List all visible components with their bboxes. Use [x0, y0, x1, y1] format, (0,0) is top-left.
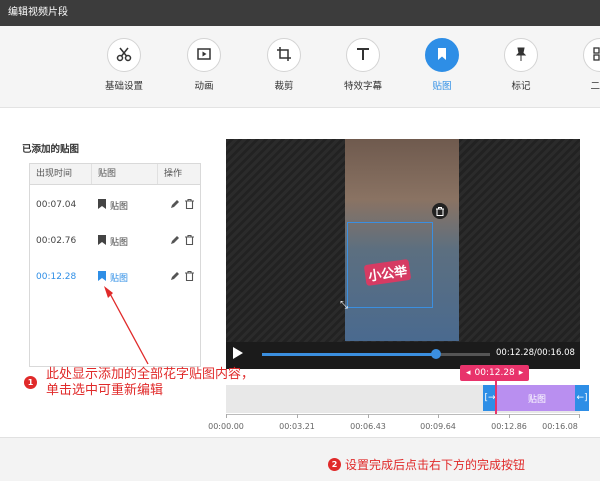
tool-label: 裁剪	[274, 81, 294, 92]
progress-fill	[262, 353, 437, 356]
tool-label: 标记	[511, 81, 531, 92]
tool-label: 贴图	[432, 81, 452, 92]
tick-mark	[368, 414, 369, 418]
annotation-1-line2: 单击选中可重新编辑	[46, 383, 164, 398]
timeline-ruler	[226, 414, 580, 420]
resize-handle-icon[interactable]: ⤡	[340, 300, 348, 311]
tick-label: 00:12.86	[491, 422, 527, 431]
table-row[interactable]: 00:07.04 贴图	[30, 187, 200, 223]
bookmark-icon	[98, 234, 106, 248]
tool-label: 动画	[194, 81, 214, 92]
bookmark-icon	[434, 46, 450, 65]
tool-crop[interactable]: 裁剪	[254, 38, 314, 92]
clip-end-handle[interactable]: ←]	[575, 385, 589, 411]
tick-mark	[579, 414, 580, 418]
tool-qr[interactable]: 二维	[570, 38, 600, 92]
annotation-arrow	[104, 286, 149, 365]
caret-left-icon: ◂	[466, 368, 471, 378]
row-sticker-name: 贴图	[110, 273, 129, 284]
table-row[interactable]: 00:02.76 贴图	[30, 223, 200, 259]
bracket-out-icon: ←]	[576, 393, 588, 403]
annotation-number-1: 1	[24, 376, 37, 389]
row-time: 00:02.76	[36, 236, 77, 246]
tick-mark	[438, 414, 439, 418]
crop-icon	[276, 46, 292, 65]
play-icon[interactable]	[233, 347, 243, 362]
tool-label: 二维	[590, 81, 600, 92]
sticker-panel-title: 已添加的贴图	[22, 144, 80, 155]
caret-right-icon: ▸	[518, 368, 524, 378]
timecode: 00:12.28/00:16.08	[496, 348, 575, 358]
annotation-number-2: 2	[328, 458, 341, 471]
tick-label: 00:06.43	[350, 422, 386, 431]
tool-effect-subtitle[interactable]: 特效字幕	[333, 38, 393, 92]
clip-label: 贴图	[527, 395, 546, 405]
bookmark-icon	[98, 270, 106, 284]
table-header: 出现时间 贴图 操作	[30, 164, 200, 185]
text-icon	[355, 46, 371, 65]
window-titlebar: 编辑视频片段	[0, 0, 600, 26]
delete-icon[interactable]	[185, 234, 194, 248]
tool-label: 基础设置	[104, 81, 143, 92]
qr-icon	[592, 46, 600, 65]
tick-label: 00:03.21	[279, 422, 315, 431]
playhead-label[interactable]: ◂ 00:12.28 ▸	[460, 365, 530, 381]
pin-icon	[513, 46, 529, 65]
trash-icon[interactable]	[432, 203, 448, 219]
delete-icon[interactable]	[185, 270, 194, 284]
annotation-1-line1: 此处显示添加的全部花字贴图内容，	[46, 367, 255, 382]
tick-mark	[297, 414, 298, 418]
column-header-time: 出现时间	[30, 164, 92, 184]
tick-mark	[226, 414, 227, 418]
window-title: 编辑视频片段	[8, 7, 68, 18]
tick-label: 00:16.08	[542, 422, 578, 431]
annotation-2: 2 设置完成后点击右下方的完成按钮	[328, 456, 525, 473]
playhead-time: 00:12.28	[474, 368, 515, 378]
bracket-in-icon: [→	[484, 393, 496, 403]
column-header-actions: 操作	[164, 169, 183, 179]
tick-mark	[509, 414, 510, 418]
annotation-2-text: 设置完成后点击右下方的完成按钮	[345, 458, 526, 472]
edit-icon[interactable]	[170, 271, 180, 284]
annotation-1-text: 此处显示添加的全部花字贴图内容， 单击选中可重新编辑	[46, 367, 254, 399]
row-time: 00:12.28	[36, 272, 77, 282]
tool-toolbar: 基础设置 动画 裁剪 特效字幕 贴图 标记 二维	[0, 26, 600, 108]
delete-icon[interactable]	[185, 198, 194, 212]
row-sticker-name: 贴图	[110, 201, 129, 212]
tool-mark[interactable]: 标记	[491, 38, 551, 92]
tool-animation[interactable]: 动画	[174, 38, 234, 92]
bookmark-icon	[98, 198, 106, 212]
tool-sticker[interactable]: 贴图	[412, 38, 472, 92]
tool-basic-settings[interactable]: 基础设置	[94, 38, 154, 92]
row-time: 00:07.04	[36, 200, 77, 210]
column-header-sticker: 贴图	[92, 164, 158, 184]
play-frame-icon	[196, 46, 212, 65]
scissors-icon	[116, 46, 132, 65]
tool-label: 特效字幕	[343, 81, 382, 92]
row-sticker-name: 贴图	[110, 237, 129, 248]
edit-icon[interactable]	[170, 235, 180, 248]
playhead[interactable]	[495, 380, 497, 414]
edit-icon[interactable]	[170, 199, 180, 212]
tick-label: 00:00.00	[208, 422, 244, 431]
tick-label: 00:09.64	[420, 422, 456, 431]
